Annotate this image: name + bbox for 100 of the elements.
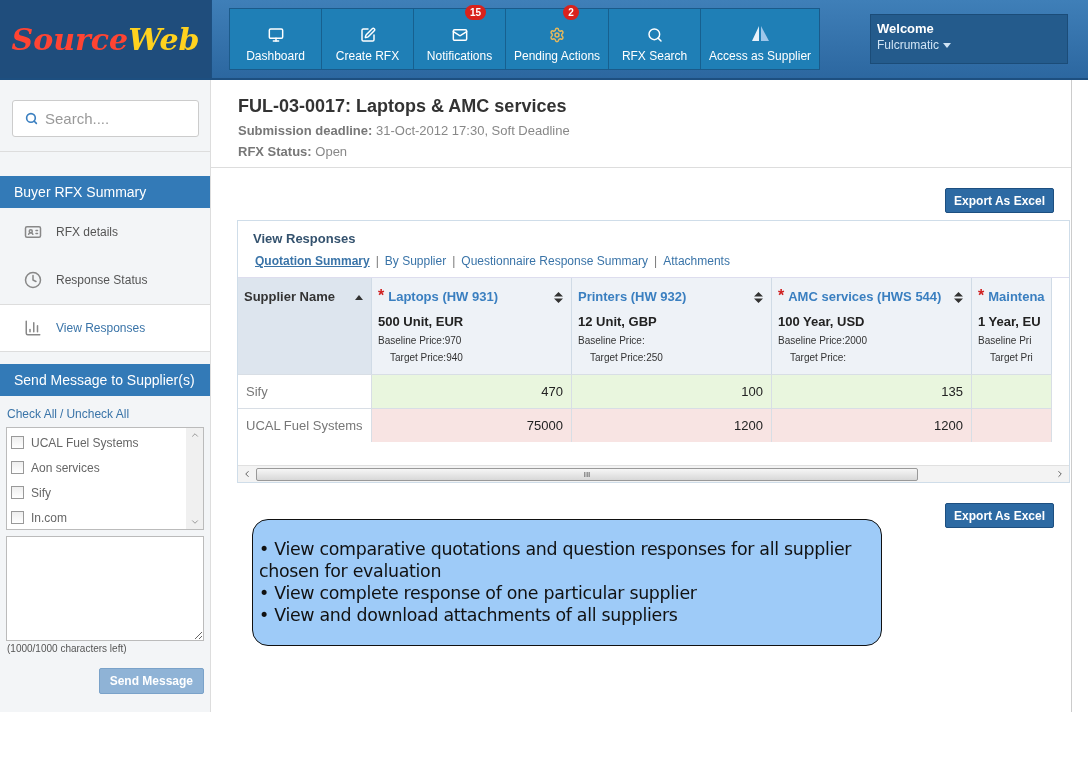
required-mark: * <box>378 287 385 304</box>
quantity-text: 500 Unit, EUR <box>378 314 464 329</box>
nav-button[interactable]: Access as Supplier <box>701 9 820 69</box>
sidebar-item-label: Response Status <box>56 273 148 287</box>
nav-button[interactable]: Dashboard <box>230 9 322 69</box>
logo-text: Source <box>11 21 129 57</box>
sidebar-item[interactable]: View Responses <box>0 304 210 352</box>
sort-icon <box>754 292 763 303</box>
column-header[interactable]: Printers (HW 932) 12 Unit, GBP Baseline Price: Target Price:250 <box>572 278 772 374</box>
column-header[interactable]: * AMC services (HWS 544) 100 Year, USD Baseline Price:2000 Target Price: <box>772 278 972 374</box>
search-icon <box>25 112 38 125</box>
nav-button[interactable]: RFX Search <box>609 9 702 69</box>
mail-icon <box>451 27 468 43</box>
sort-icon <box>954 292 963 303</box>
sort-icon <box>554 292 563 303</box>
scrollbar[interactable] <box>186 428 203 529</box>
clock-icon <box>24 271 42 289</box>
settings-icon <box>549 27 566 43</box>
checkbox-label: Aon services <box>31 460 100 475</box>
checkbox-label: In.com <box>31 510 67 525</box>
logo-text: Web <box>128 21 200 57</box>
message-field[interactable] <box>6 536 204 641</box>
sidebar-item-label: View Responses <box>56 321 146 335</box>
nav-button[interactable]: Notifications 15 <box>414 9 506 69</box>
status-text: RFX Status: Open <box>238 144 349 159</box>
character-counter: (1000/1000 characters left) <box>6 642 128 656</box>
callout-bullet: • View comparative quotations and question responses for all supplier chosen for evaluation <box>259 538 853 582</box>
column-title: Printers (HW 932) <box>578 289 687 304</box>
chart-icon <box>24 319 42 337</box>
column-title: Laptops (HW 931) <box>388 289 499 304</box>
checkbox[interactable] <box>11 461 24 474</box>
target-price: Target Price:940 <box>389 352 464 363</box>
column-header[interactable]: Supplier Name <box>238 278 372 374</box>
section-header: Send Message to Supplier(s) <box>0 364 210 396</box>
tab-link[interactable]: By Supplier <box>384 254 447 268</box>
quantity-text: 100 Year, USD <box>778 314 865 329</box>
checkbox-label: UCAL Fuel Systems <box>31 435 139 450</box>
separator-text: | <box>375 254 379 268</box>
sort-icon <box>355 295 363 300</box>
search-field[interactable]: Search.... <box>12 100 199 137</box>
check-all-link[interactable]: Check All <box>7 407 58 421</box>
export-button[interactable]: Export As Excel <box>945 503 1054 528</box>
caret-icon <box>943 42 951 48</box>
horizontal-scrollbar[interactable]: III <box>238 465 1069 482</box>
tab-link[interactable]: Quotation Summary <box>255 254 370 268</box>
column-header[interactable]: * Laptops (HW 931) 500 Unit, EUR Baseline Price:970 Target Price:940 <box>372 278 572 374</box>
baseline-price: Baseline Price:970 <box>378 335 463 346</box>
section-header: Buyer RFX Summary <box>0 176 210 208</box>
deadline-text: Submission deadline: 31-Oct-2012 17:30, Soft Deadline <box>238 123 571 138</box>
required-mark: * <box>978 287 985 304</box>
user-menu[interactable]: Fulcrumatic <box>877 38 951 52</box>
checkbox-label: Sify <box>31 485 51 500</box>
target-price: Target Price: <box>789 352 848 363</box>
panel-title: View Responses <box>252 230 357 248</box>
baseline-price: Baseline Price: <box>578 335 646 346</box>
scrollbar-thumb[interactable]: III <box>256 467 918 481</box>
nav-button[interactable]: Pending Actions 2 <box>506 9 610 69</box>
column-header[interactable]: * Maintena 1 Year, EU Baseline Pri Target Pri <box>972 278 1052 374</box>
tab-link[interactable]: Attachments <box>663 254 730 268</box>
export-button[interactable]: Export As Excel <box>945 188 1054 213</box>
table-cell: 1200 <box>772 408 972 442</box>
sailboat-icon <box>749 25 772 43</box>
tab-link[interactable]: Questionnaire Response Summary <box>461 254 649 268</box>
table-cell: UCAL Fuel Systems <box>238 408 372 442</box>
target-price: Target Pri <box>989 352 1034 363</box>
table-cell: 100 <box>572 374 772 408</box>
scroll-left-icon <box>242 469 252 479</box>
sidebar-item[interactable]: Response Status <box>0 256 210 304</box>
checkbox[interactable] <box>11 511 24 524</box>
scroll-right-icon <box>1055 469 1065 479</box>
column-title: AMC services (HWS 544) <box>788 289 942 304</box>
table-cell: 135 <box>772 374 972 408</box>
count-badge: 2 <box>563 5 579 20</box>
rfx-title: FUL-03-0017: Laptops & AMC services <box>238 96 568 117</box>
monitor-icon <box>267 27 284 43</box>
scroll-up-icon <box>189 430 200 440</box>
welcome-text: Welcome <box>877 21 935 36</box>
checkbox[interactable] <box>11 486 24 499</box>
separator-text: | <box>654 254 658 268</box>
nav-button[interactable]: Create RFX <box>322 9 414 69</box>
target-price: Target Price:250 <box>589 352 664 363</box>
edit-icon <box>359 27 376 43</box>
card-icon <box>24 223 42 241</box>
separator-text: | <box>452 254 456 268</box>
baseline-price: Baseline Price:2000 <box>778 335 868 346</box>
scroll-down-icon <box>189 517 200 527</box>
table-cell: Sify <box>238 374 372 408</box>
uncheck-all-link[interactable]: Uncheck All <box>66 407 130 421</box>
required-mark: * <box>778 287 785 304</box>
sidebar-item-label: RFX details <box>56 225 119 239</box>
table-cell: 75000 <box>372 408 572 442</box>
sidebar-item[interactable]: RFX details <box>0 208 210 256</box>
table-cell: 470 <box>372 374 572 408</box>
checkbox[interactable] <box>11 436 24 449</box>
callout-bullet: • View and download attachments of all suppliers <box>259 604 679 626</box>
count-badge: 15 <box>464 5 487 20</box>
callout-bullet: • View complete response of one particular supplier <box>259 582 698 604</box>
column-title: Maintena <box>988 289 1045 304</box>
baseline-price: Baseline Pri <box>978 335 1033 346</box>
quantity-text: 1 Year, EU <box>978 314 1041 329</box>
